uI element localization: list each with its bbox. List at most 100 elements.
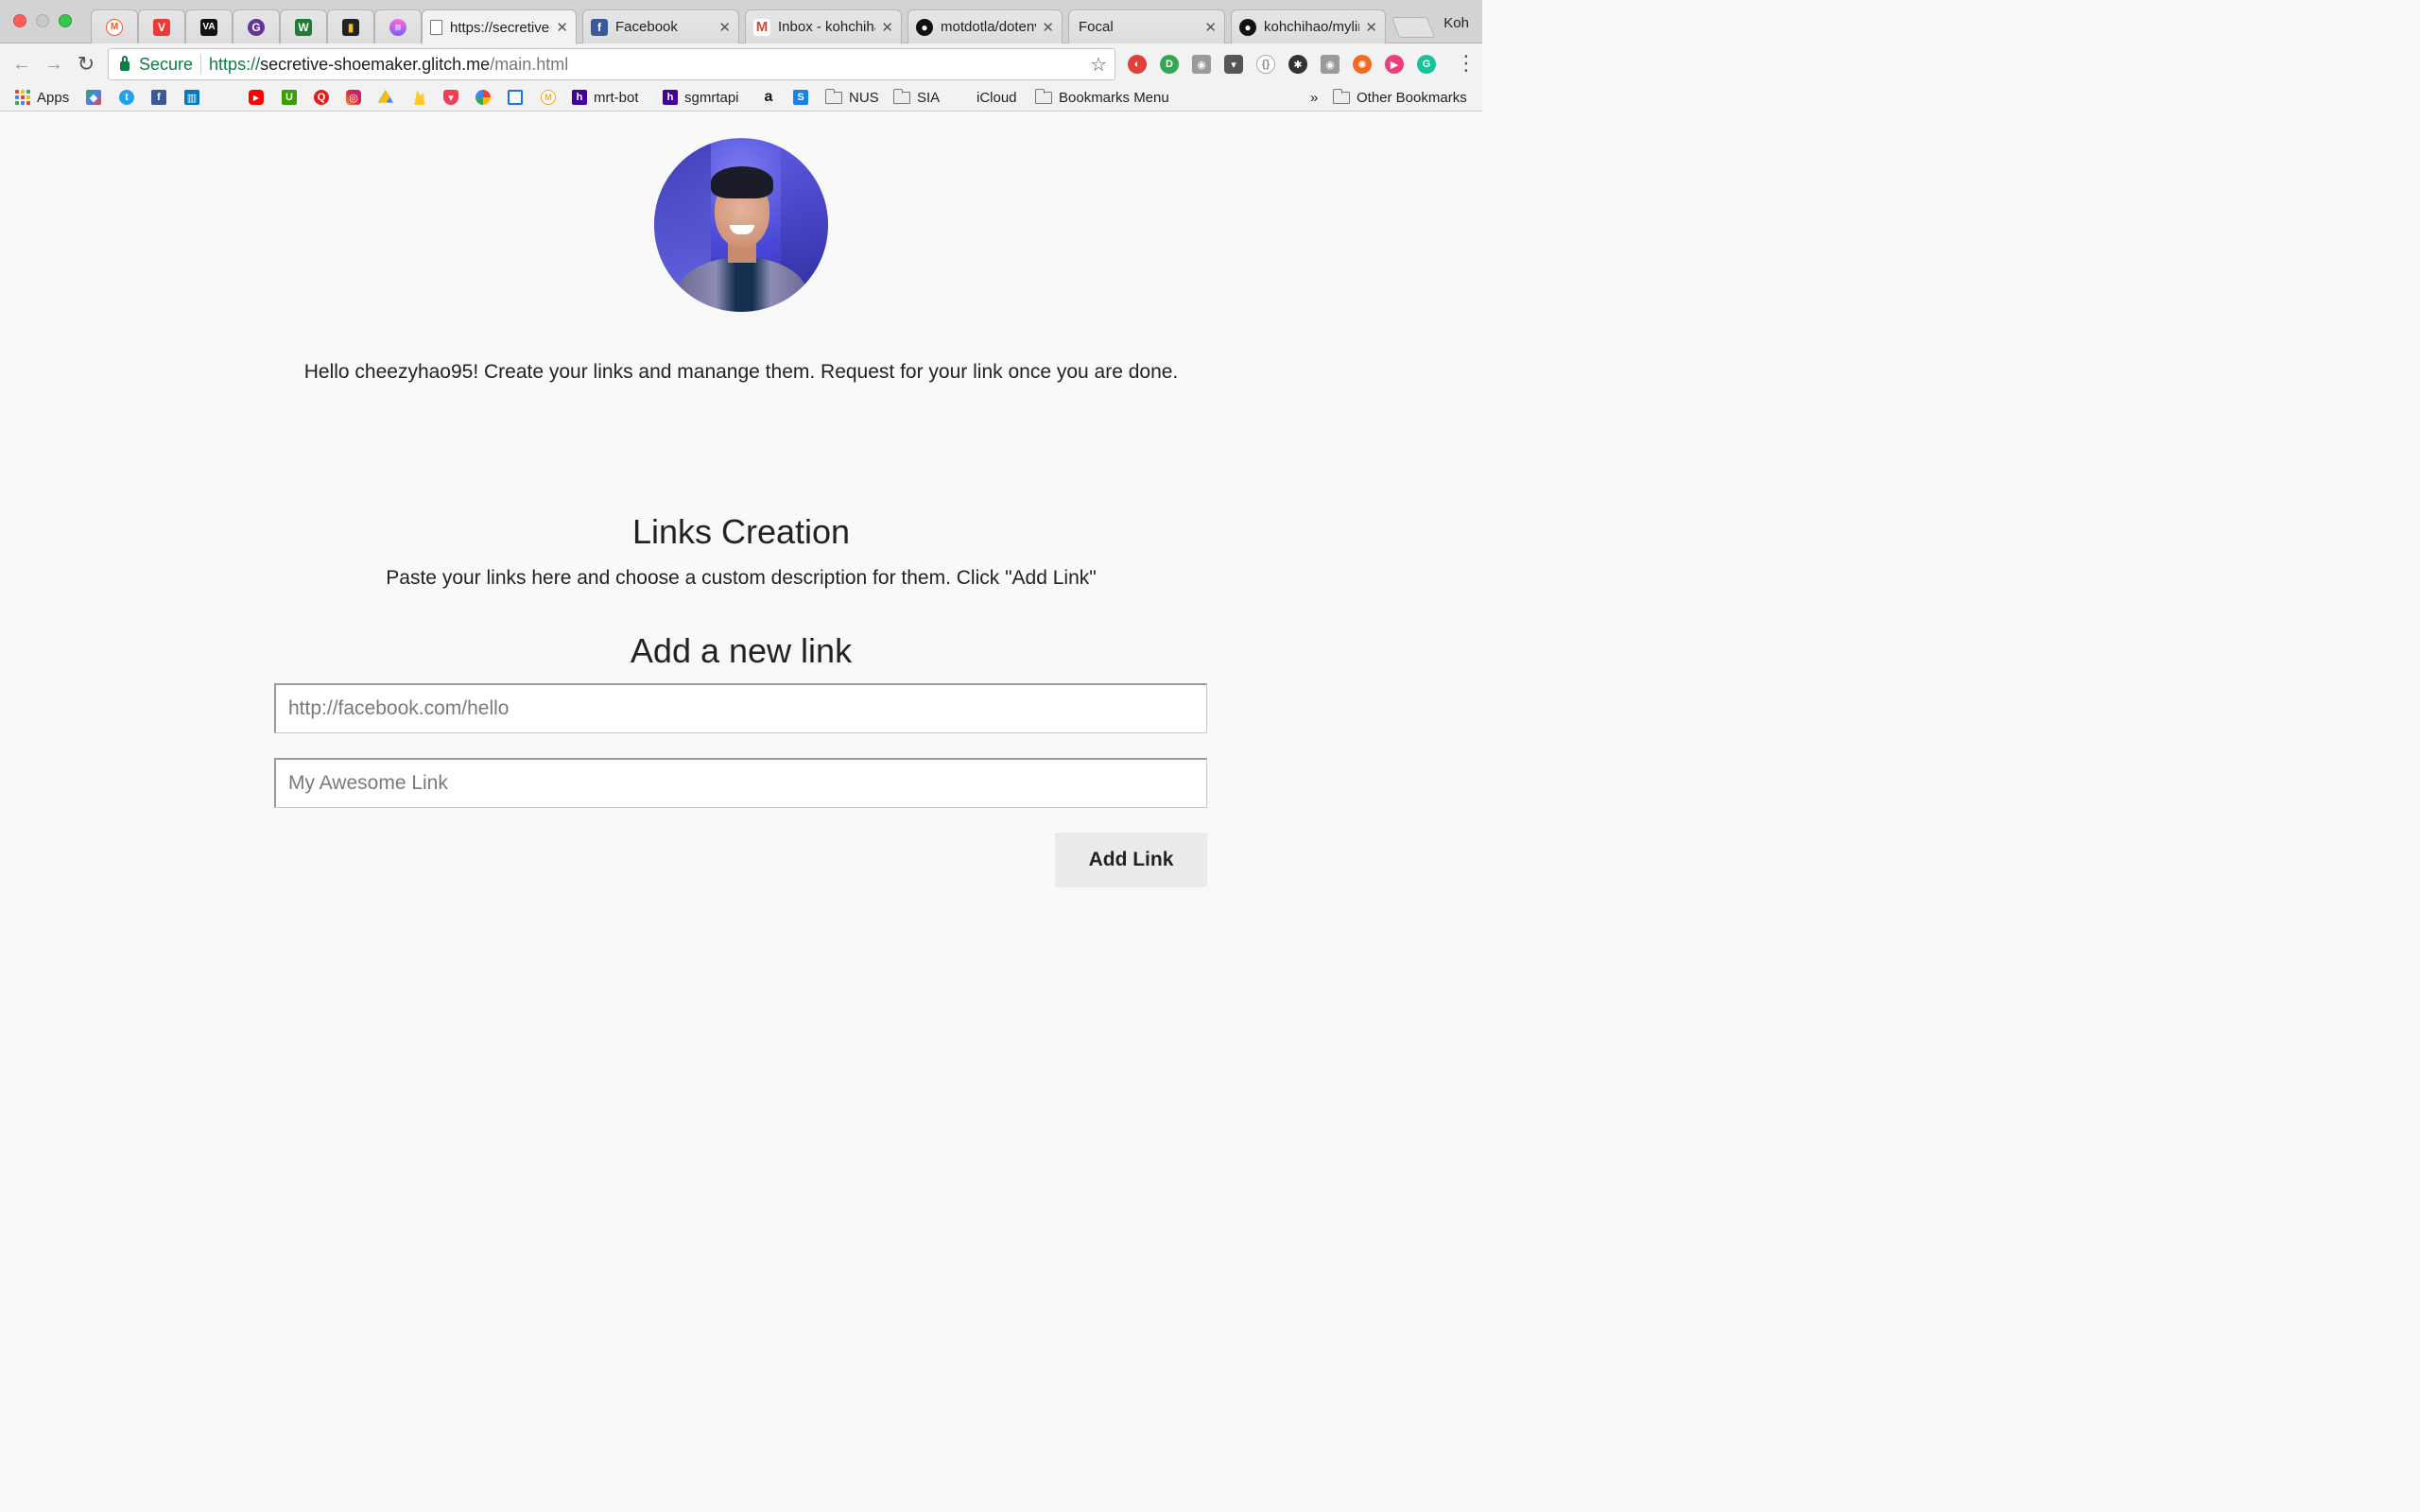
bookmark-maker[interactable]: M	[541, 87, 556, 108]
bookmark-maps[interactable]: ◆	[86, 87, 101, 108]
tab-title: kohchihao/mylink	[1264, 19, 1359, 35]
swirl-icon[interactable]: ✺	[1353, 55, 1372, 74]
browser-tab-bar: M V VA G W ▮ ≡ https://secretive-shoemak…	[0, 0, 1482, 44]
bookmark-photos[interactable]	[475, 87, 491, 108]
bookmark-trello[interactable]: ▥	[184, 87, 199, 108]
json-icon[interactable]: {}	[1256, 55, 1275, 74]
trello-icon: ▥	[184, 90, 199, 105]
folder-icon	[892, 88, 910, 104]
bookmark-folder-nus[interactable]: NUS	[824, 87, 879, 108]
pocket-icon[interactable]: ▾	[1224, 55, 1243, 74]
heroku-icon: h	[663, 90, 678, 105]
page-icon	[430, 20, 442, 35]
close-tab-icon[interactable]: ✕	[1204, 19, 1217, 36]
screenshot-icon[interactable]: ◉	[1321, 55, 1340, 74]
bookmarks-overflow-button[interactable]: »	[1310, 87, 1318, 108]
bookmark-label: mrt-bot	[594, 89, 639, 106]
link-description-input[interactable]	[274, 758, 1207, 808]
wiki-w-icon: W	[295, 18, 312, 36]
browser-toolbar: ← → ↻ Secure https:// secretive-shoemake…	[0, 43, 1482, 85]
bookmark-folder-sia[interactable]: SIA	[892, 87, 941, 108]
bookmark-apple[interactable]	[216, 87, 232, 108]
bookmark-s[interactable]: S	[793, 87, 808, 108]
bookmarks-bar: Apps ◆ t f ▥ ▶ U Q ◎ ▾ M h mrt-bot h sgm…	[0, 85, 1482, 112]
close-tab-icon[interactable]: ✕	[1042, 19, 1054, 36]
back-arrow-icon[interactable]: ←	[9, 52, 34, 77]
menu-dots-icon[interactable]: ⋮	[1456, 53, 1477, 74]
facebook-icon: f	[151, 90, 166, 105]
new-tab-button[interactable]	[1391, 17, 1436, 38]
folder-icon	[1332, 88, 1350, 104]
tab-pinned-5[interactable]: W	[280, 9, 327, 43]
profile-name[interactable]: Koh	[1443, 15, 1469, 31]
add-link-button[interactable]: Add Link	[1055, 833, 1207, 887]
bookmark-youtube[interactable]: ▶	[249, 87, 264, 108]
github-icon: ●	[1239, 18, 1256, 36]
close-window-button[interactable]	[13, 14, 26, 27]
bookmark-folder-other[interactable]: Other Bookmarks	[1332, 87, 1467, 108]
bookmark-star-icon[interactable]: ☆	[1090, 53, 1107, 77]
maximize-window-button[interactable]	[59, 14, 72, 27]
tab-pinned-6[interactable]: ▮	[327, 9, 374, 43]
drive-icon	[378, 90, 393, 103]
bookmark-frame[interactable]	[508, 87, 523, 108]
bookmark-sgmrtapi[interactable]: h sgmrtapi	[663, 87, 739, 108]
bookmark-drive[interactable]	[378, 87, 393, 108]
bookmark-label: Bookmarks Menu	[1059, 89, 1169, 106]
tab-pinned-7[interactable]: ≡	[374, 9, 422, 43]
bookmark-upwork[interactable]: U	[282, 87, 297, 108]
play-icon[interactable]: ▶	[1385, 55, 1404, 74]
tab-pinned-3[interactable]: VA	[185, 9, 233, 43]
bookmark-label: SIA	[917, 89, 941, 106]
palette-icon[interactable]: ✱	[1288, 55, 1307, 74]
bookmark-apps[interactable]: Apps	[15, 87, 69, 108]
camera-icon[interactable]: ◉	[1192, 55, 1211, 74]
profile-avatar	[654, 138, 828, 312]
tab-pinned-1[interactable]: M	[91, 9, 138, 43]
folder-icon	[824, 88, 842, 104]
bookmark-pocket[interactable]: ▾	[443, 87, 458, 108]
link-url-input[interactable]	[274, 683, 1207, 733]
tab-pinned-2[interactable]: V	[138, 9, 185, 43]
close-tab-icon[interactable]: ✕	[556, 19, 568, 36]
amazon-icon: a	[764, 89, 773, 105]
address-bar[interactable]: Secure https:// secretive-shoemaker.glit…	[108, 48, 1115, 80]
bookmark-facebook[interactable]: f	[151, 87, 166, 108]
va-icon: VA	[200, 18, 217, 36]
vivaldi-icon: V	[153, 18, 170, 36]
twitter-icon: t	[119, 90, 134, 105]
evernote-icon[interactable]: D	[1160, 55, 1179, 74]
s-icon: S	[793, 90, 808, 105]
tab-github-mylink[interactable]: ● kohchihao/mylink ✕	[1231, 9, 1386, 43]
bookmark-firebase[interactable]	[411, 87, 426, 108]
tab-active-glitch[interactable]: https://secretive-shoemaker.glitch.me ✕	[422, 9, 577, 44]
gmail-icon: M	[753, 18, 770, 36]
tab-gmail[interactable]: M Inbox - kohchihao ✕	[745, 9, 902, 43]
tab-facebook[interactable]: f Facebook ✕	[582, 9, 739, 43]
tab-title: Facebook	[615, 19, 678, 35]
youtube-icon: ▶	[249, 90, 264, 105]
bookmark-quora[interactable]: Q	[314, 87, 329, 108]
tab-title: Focal	[1079, 19, 1114, 35]
reload-icon[interactable]: ↻	[74, 52, 98, 77]
tab-pinned-4[interactable]: G	[233, 9, 280, 43]
tab-focal[interactable]: Focal ✕	[1068, 9, 1225, 43]
tab-github-dotenv[interactable]: ● motdotla/dotenv ✕	[908, 9, 1063, 43]
bookmark-label: iCloud	[977, 89, 1017, 106]
close-tab-icon[interactable]: ✕	[1365, 19, 1377, 36]
close-tab-icon[interactable]: ✕	[881, 19, 893, 36]
bookmark-mrt-bot[interactable]: h mrt-bot	[572, 87, 639, 108]
heroku-icon: h	[572, 90, 587, 105]
bookmark-folder-menu[interactable]: Bookmarks Menu	[1034, 87, 1169, 108]
grammarly-icon[interactable]: G	[1417, 55, 1436, 74]
close-tab-icon[interactable]: ✕	[718, 19, 731, 36]
upwork-icon: U	[282, 90, 297, 105]
bookmark-amazon[interactable]: a	[761, 87, 776, 108]
bookmark-label: NUS	[849, 89, 879, 106]
bookmark-instagram[interactable]: ◎	[346, 87, 361, 108]
bookmark-icloud[interactable]: iCloud	[955, 87, 1017, 108]
ublock-icon[interactable]: ◐	[1128, 55, 1147, 74]
bookmark-twitter[interactable]: t	[119, 87, 134, 108]
minimize-window-button[interactable]	[36, 14, 49, 27]
forward-arrow-icon[interactable]: →	[42, 52, 66, 77]
